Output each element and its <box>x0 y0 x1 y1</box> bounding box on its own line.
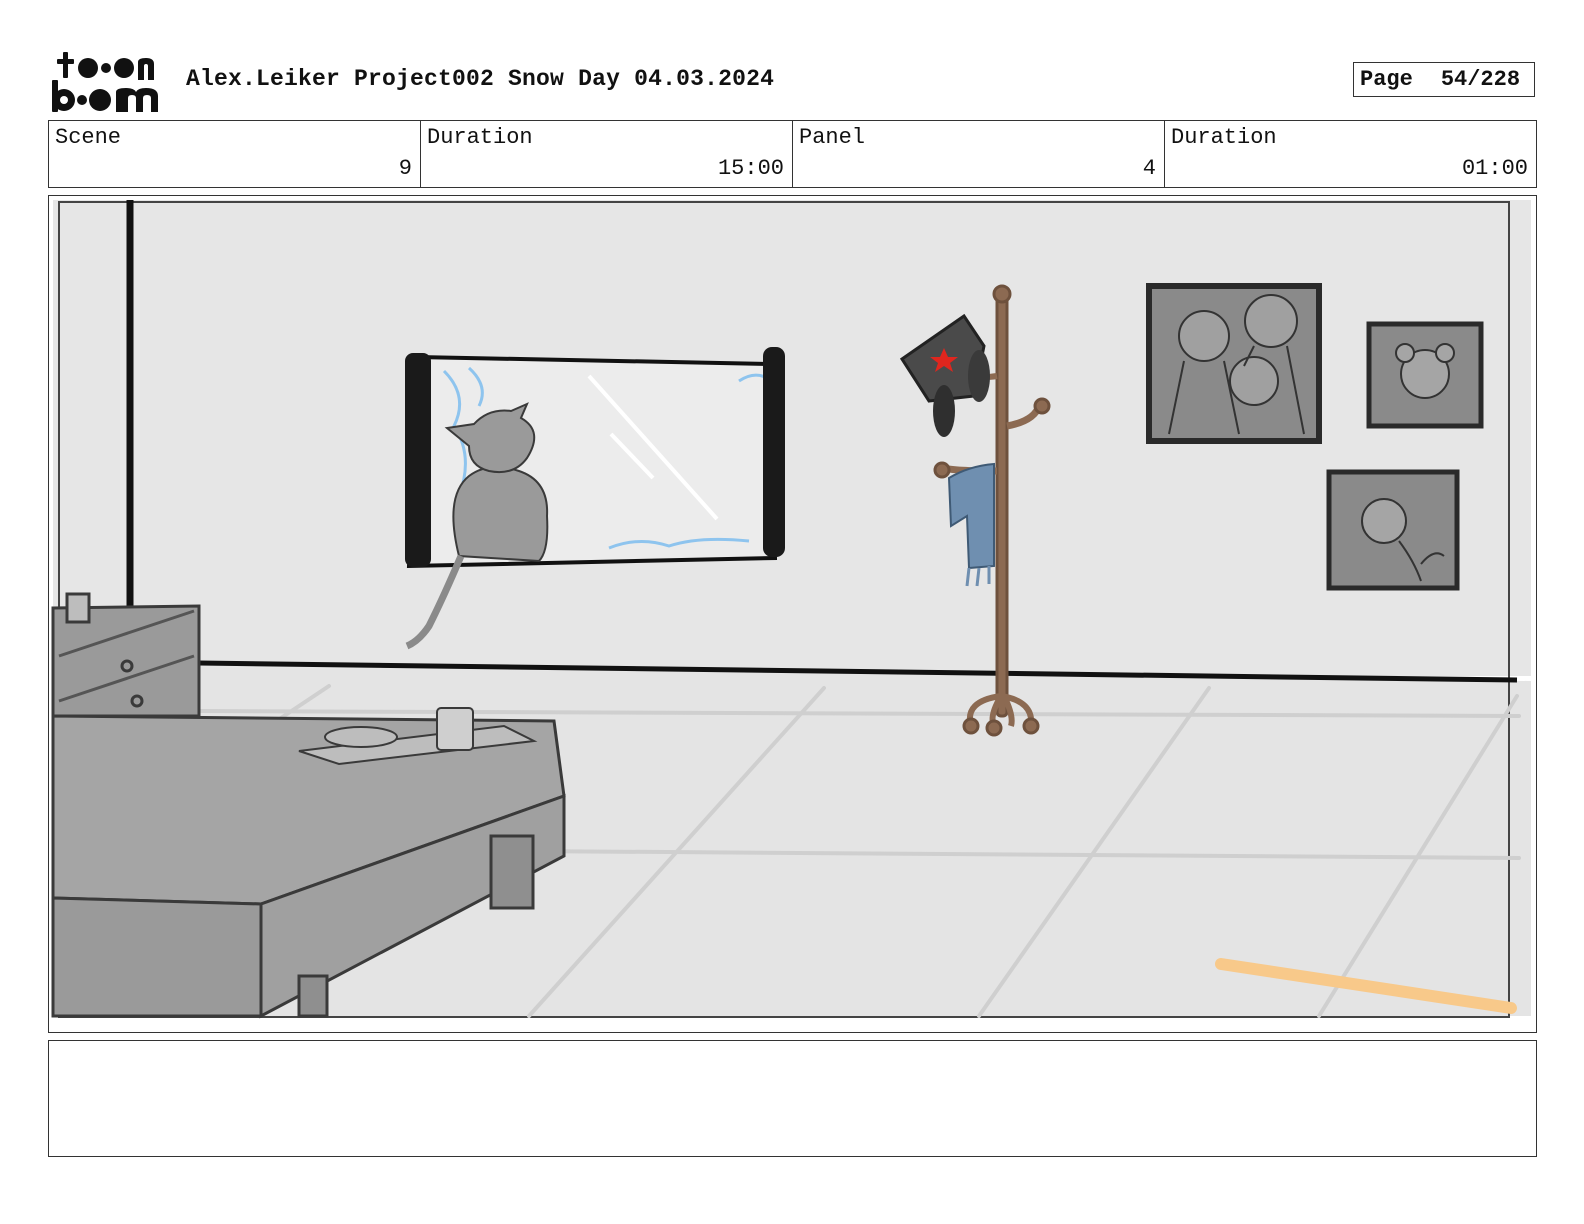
scene-duration-label: Duration <box>427 125 533 150</box>
picture-frame-cats <box>1146 283 1322 444</box>
scene-duration-cell: Duration 15:00 <box>421 121 793 187</box>
panel-duration-cell: Duration 01:00 <box>1165 121 1536 187</box>
panel-duration-label: Duration <box>1171 125 1277 150</box>
project-title: Alex.Leiker Project002 Snow Day 04.03.20… <box>186 66 775 92</box>
panel-duration-value: 01:00 <box>1461 156 1528 181</box>
scene-cell: Scene 9 <box>49 121 421 187</box>
page-label: Page <box>1360 67 1413 92</box>
scene-info-table: Scene 9 Duration 15:00 Panel 4 Duration … <box>48 120 1537 188</box>
picture-frame-bear <box>1366 321 1484 429</box>
nightstand <box>51 592 201 718</box>
toonboom-logo <box>52 52 158 112</box>
picture-frame-flower <box>1326 469 1460 591</box>
scene-duration-value: 15:00 <box>717 156 784 181</box>
panel-label: Panel <box>799 125 866 150</box>
panel-value: 4 <box>1142 156 1156 181</box>
panel-cell: Panel 4 <box>793 121 1165 187</box>
page-number: 54/228 <box>1440 67 1521 92</box>
panel-notes <box>48 1040 1537 1157</box>
storyboard-panel <box>48 195 1537 1033</box>
panel-drawing <box>51 200 1531 1019</box>
scene-label: Scene <box>55 125 122 150</box>
scene-value: 9 <box>398 156 412 181</box>
page-indicator: Page 54/228 <box>1353 62 1535 97</box>
